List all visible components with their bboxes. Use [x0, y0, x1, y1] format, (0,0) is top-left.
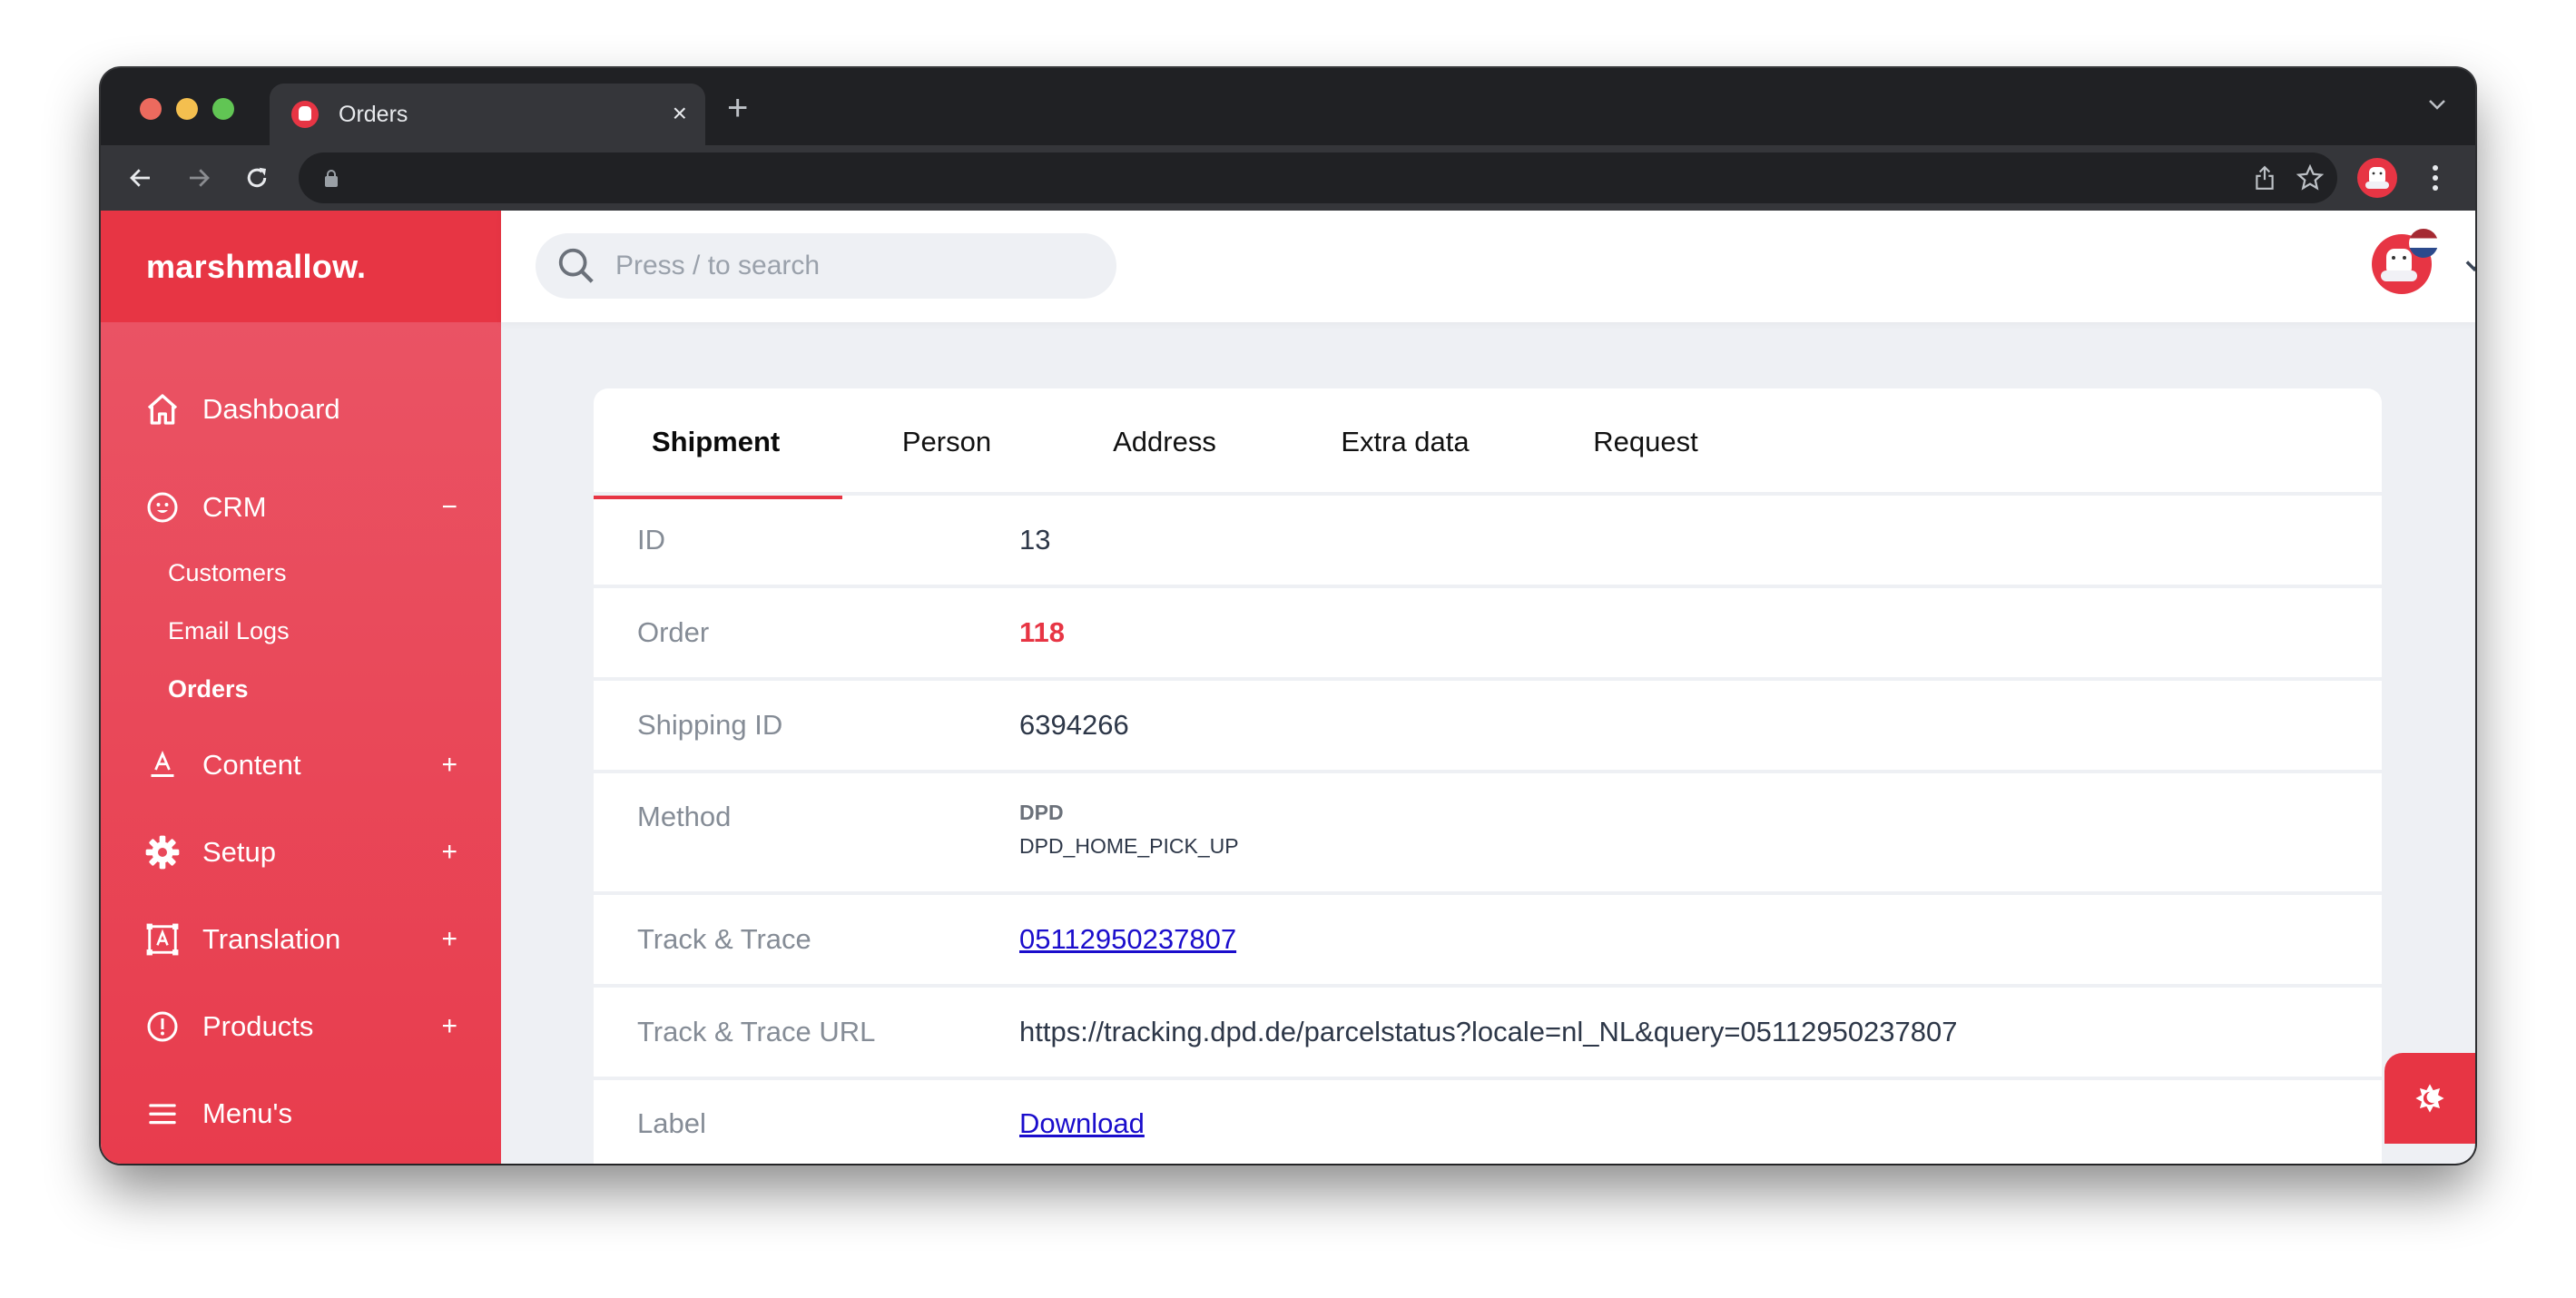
alert-circle-icon: [144, 1008, 181, 1045]
sidebar-item-label: Translation: [202, 923, 341, 955]
translate-icon: [144, 921, 181, 958]
new-tab-button[interactable]: +: [727, 90, 748, 126]
detail-row-track-trace-url: Track & Trace URL https://tracking.dpd.d…: [594, 988, 2382, 1080]
reload-button[interactable]: [241, 162, 273, 194]
search-placeholder: Press / to search: [615, 251, 821, 280]
browser-tab[interactable]: Orders ×: [270, 84, 705, 145]
smiley-icon: [144, 489, 181, 526]
track-trace-link[interactable]: 05112950237807: [1019, 923, 1236, 956]
field-label: ID: [637, 524, 665, 556]
detail-row-label: Label Download: [594, 1080, 2382, 1164]
detail-row-id: ID 13: [594, 496, 2382, 588]
arrow-left-icon: [130, 169, 150, 187]
expand-toggle[interactable]: +: [441, 924, 457, 955]
browser-menu-button[interactable]: [2426, 162, 2444, 194]
detail-row-shipping-id: Shipping ID 6394266: [594, 681, 2382, 773]
sidebar-item-label: Setup: [202, 836, 277, 868]
share-button[interactable]: [2250, 163, 2279, 192]
language-flag-nl-icon[interactable]: [2409, 229, 2438, 258]
close-window-button[interactable]: [140, 98, 162, 120]
sidebar-item-label: Products: [202, 1010, 314, 1042]
brand[interactable]: marshmallow.: [101, 211, 501, 322]
field-label: Order: [637, 616, 710, 648]
sidebar-item-setup[interactable]: Setup +: [101, 809, 501, 896]
expand-toggle[interactable]: +: [441, 1011, 457, 1042]
download-label-link[interactable]: Download: [1019, 1107, 1145, 1140]
tab-extra-data[interactable]: Extra data: [1278, 388, 1532, 496]
tab-person[interactable]: Person: [842, 388, 1051, 496]
lock-icon: [325, 170, 338, 187]
theme-toggle-button[interactable]: [2384, 1053, 2475, 1144]
top-header: Press / to search: [501, 211, 2475, 322]
expand-toggle[interactable]: +: [441, 837, 457, 868]
shipment-card: Shipment Person Address Extra data Reque…: [594, 388, 2382, 1164]
detail-row-order: Order 118: [594, 588, 2382, 681]
tab-address[interactable]: Address: [1051, 388, 1278, 496]
field-label: Method: [637, 801, 732, 832]
marshmallow-mascot-icon: [2365, 167, 2389, 189]
sidebar-item-label: CRM: [202, 491, 267, 523]
tab-strip: Orders × +: [101, 68, 2475, 145]
sidebar-item-products[interactable]: Products +: [101, 983, 501, 1070]
sidebar-item-dashboard[interactable]: Dashboard: [101, 360, 501, 458]
back-button[interactable]: [124, 162, 157, 194]
detail-row-track-trace: Track & Trace 05112950237807: [594, 895, 2382, 988]
sidebar-subitem-email-logs[interactable]: Email Logs: [168, 602, 501, 660]
detail-row-method: Method DPD DPD_HOME_PICK_UP: [594, 773, 2382, 895]
search-icon: [558, 248, 594, 283]
tab-shipment[interactable]: Shipment: [594, 388, 842, 499]
close-tab-icon[interactable]: ×: [673, 100, 687, 127]
brand-logo: marshmallow.: [146, 247, 367, 285]
tab-request[interactable]: Request: [1532, 388, 1759, 496]
share-icon: [2256, 165, 2274, 190]
method-carrier: DPD: [1019, 801, 1064, 824]
expand-toggle[interactable]: +: [441, 750, 457, 781]
method-code: DPD_HOME_PICK_UP: [1019, 834, 1239, 858]
address-bar[interactable]: [299, 152, 2337, 203]
reload-icon: [247, 167, 267, 188]
field-value-shipping-id: 6394266: [1019, 709, 1129, 741]
bookmark-button[interactable]: [2296, 163, 2325, 192]
minimize-window-button[interactable]: [176, 98, 198, 120]
home-icon: [144, 391, 181, 428]
star-icon: [2296, 164, 2324, 191]
profile-avatar[interactable]: [2357, 158, 2397, 198]
gear-icon: [144, 834, 181, 870]
favicon-icon: [291, 101, 319, 128]
field-label: Label: [637, 1107, 706, 1139]
hamburger-icon: [144, 1096, 181, 1132]
browser-toolbar: [101, 145, 2475, 211]
sidebar: marshmallow. Dashboard CRM − Customers E…: [101, 211, 501, 1164]
field-value-track-trace-url: https://tracking.dpd.de/parcelstatus?loc…: [1019, 1016, 1958, 1047]
dark-mode-icon: [2415, 1084, 2444, 1113]
chevron-down-icon[interactable]: [2462, 252, 2475, 278]
text-format-icon: [144, 747, 181, 783]
order-link[interactable]: 118: [1019, 588, 2382, 677]
arrow-right-icon: [190, 169, 210, 187]
crm-submenu: Customers Email Logs Orders: [101, 544, 501, 718]
tab-title: Orders: [339, 101, 408, 127]
sidebar-item-crm[interactable]: CRM −: [101, 458, 501, 556]
tab-search-chevron-icon[interactable]: [2426, 93, 2448, 115]
browser-window: Orders × + marshmallow. Dashboard CRM − …: [101, 68, 2475, 1164]
sidebar-item-menus[interactable]: Menu's: [101, 1070, 501, 1157]
sidebar-item-label: Content: [202, 749, 301, 781]
field-value-method: DPD DPD_HOME_PICK_UP: [1019, 773, 2382, 891]
sidebar-item-content[interactable]: Content +: [101, 722, 501, 809]
field-label: Track & Trace URL: [637, 1016, 876, 1047]
app-page: marshmallow. Dashboard CRM − Customers E…: [101, 211, 2475, 1164]
field-label: Track & Trace: [637, 923, 811, 955]
card-tabs: Shipment Person Address Extra data Reque…: [594, 388, 2382, 499]
collapse-toggle[interactable]: −: [441, 492, 457, 523]
sidebar-item-label: Dashboard: [202, 393, 340, 425]
sidebar-item-label: Menu's: [202, 1097, 292, 1129]
sidebar-item-translation[interactable]: Translation +: [101, 896, 501, 983]
forward-button[interactable]: [182, 162, 215, 194]
sidebar-nav: Dashboard CRM − Customers Email Logs Ord…: [101, 322, 501, 1157]
field-label: Shipping ID: [637, 709, 783, 741]
maximize-window-button[interactable]: [212, 98, 234, 120]
sidebar-subitem-orders[interactable]: Orders: [168, 660, 501, 718]
field-value-id: 13: [1019, 524, 1051, 556]
search-input[interactable]: Press / to search: [536, 233, 1116, 299]
